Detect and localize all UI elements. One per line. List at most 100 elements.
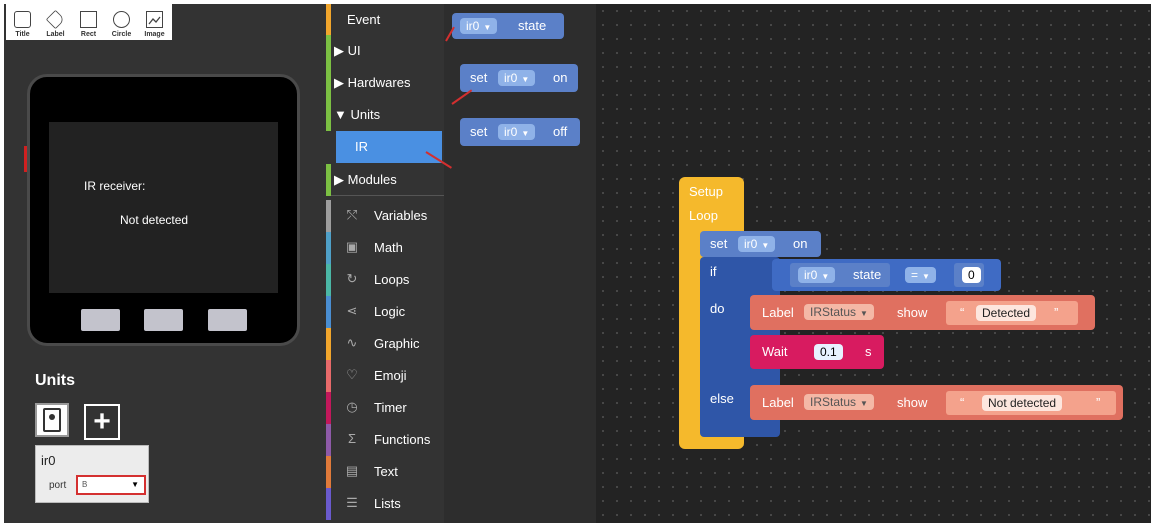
expand-arrow-icon: ▶ bbox=[334, 172, 348, 187]
category-event[interactable]: Event bbox=[326, 4, 444, 36]
category-label: Text bbox=[374, 464, 398, 479]
operator-dropdown[interactable]: = ▼ bbox=[905, 267, 936, 283]
functions-icon: Σ bbox=[347, 431, 357, 446]
block-text: Label bbox=[762, 395, 794, 410]
port-select[interactable]: B ▼ bbox=[76, 475, 146, 495]
label-show-block[interactable]: Label IRStatus ▼ show “ Detected ” bbox=[750, 295, 1095, 330]
wait-input[interactable]: 0.1 bbox=[814, 344, 843, 360]
label-icon bbox=[45, 9, 66, 30]
rect-icon bbox=[80, 11, 97, 28]
category-graphic[interactable]: ∿ Graphic bbox=[326, 328, 444, 360]
number-input[interactable]: 0 bbox=[962, 267, 981, 283]
category-modules[interactable]: ▶ Modules bbox=[326, 164, 444, 196]
lists-icon: ☰ bbox=[346, 495, 358, 510]
block-text: state bbox=[853, 267, 882, 282]
if-label: if bbox=[710, 264, 717, 279]
label-name: IRStatus bbox=[810, 305, 857, 319]
expand-arrow-icon: ▶ bbox=[334, 43, 348, 58]
var-dropdown[interactable]: ir0 ▼ bbox=[738, 236, 776, 252]
chevron-down-icon: ▼ bbox=[131, 480, 139, 489]
var-dropdown[interactable]: ir0 ▼ bbox=[460, 18, 498, 34]
setup-label: Setup bbox=[689, 184, 723, 199]
category-math[interactable]: ▣ Math bbox=[326, 232, 444, 264]
block-ir-state[interactable]: ir0 ▼ state bbox=[452, 13, 564, 39]
var-name: ir0 bbox=[744, 237, 758, 251]
category-label: IR bbox=[355, 139, 368, 154]
block-workspace[interactable]: Setup Loop set ir0 ▼ on if do else ir0 ▼ s… bbox=[596, 4, 1151, 523]
label-show-block[interactable]: Label IRStatus ▼ show “ Not detected ” bbox=[750, 385, 1123, 420]
number-block[interactable]: 0 bbox=[954, 263, 984, 287]
block-text: Label bbox=[762, 305, 794, 320]
block-text: Wait bbox=[762, 344, 788, 359]
chevron-down-icon: ▼ bbox=[761, 241, 770, 250]
category-functions[interactable]: Σ Functions bbox=[326, 424, 444, 456]
text-block[interactable]: “ Detected ” bbox=[946, 301, 1078, 325]
device-button-b[interactable] bbox=[144, 309, 183, 331]
units-title: Units bbox=[35, 372, 75, 389]
category-variables[interactable]: ⤲ Variables bbox=[326, 200, 444, 232]
text-input[interactable]: Detected bbox=[976, 305, 1037, 321]
text-block[interactable]: “ Not detected ” bbox=[946, 391, 1116, 415]
block-set-ir-on[interactable]: set ir0 ▼ on bbox=[700, 231, 821, 257]
category-hardwares[interactable]: ▶ Hardwares bbox=[326, 67, 444, 99]
category-timer[interactable]: ◷ Timer bbox=[326, 392, 444, 424]
label-dropdown[interactable]: IRStatus ▼ bbox=[804, 394, 874, 410]
screen-label-ir-receiver[interactable]: IR receiver: bbox=[84, 179, 145, 193]
block-text: s bbox=[865, 344, 872, 359]
operator: = bbox=[911, 268, 919, 282]
block-ir-state[interactable]: ir0 ▼ state bbox=[790, 263, 890, 287]
device-button-c[interactable] bbox=[208, 309, 247, 331]
title-icon bbox=[14, 11, 31, 28]
var-dropdown[interactable]: ir0 ▼ bbox=[498, 70, 536, 86]
category-ir[interactable]: IR bbox=[336, 131, 442, 163]
wait-block[interactable]: Wait 0.1 s bbox=[750, 335, 884, 369]
var-dropdown[interactable]: ir0 ▼ bbox=[798, 267, 836, 283]
category-text[interactable]: ▤ Text bbox=[326, 456, 444, 488]
block-set-ir-off[interactable]: set ir0 ▼ off bbox=[460, 118, 580, 146]
category-ui[interactable]: ▶ UI bbox=[326, 35, 444, 67]
chevron-down-icon: ▼ bbox=[483, 23, 492, 32]
block-text: on bbox=[553, 70, 568, 85]
category-label: Timer bbox=[374, 400, 407, 415]
device-screen[interactable]: IR receiver: Not detected bbox=[49, 122, 278, 293]
tool-title[interactable]: Title bbox=[6, 4, 39, 40]
category-label: Lists bbox=[374, 496, 401, 511]
var-dropdown[interactable]: ir0 ▼ bbox=[498, 124, 536, 140]
block-text: off bbox=[553, 124, 568, 139]
tool-label: Image bbox=[144, 31, 165, 38]
block-text: set bbox=[710, 236, 728, 251]
category-logic[interactable]: ⋖ Logic bbox=[326, 296, 444, 328]
tool-image[interactable]: Image bbox=[138, 4, 171, 40]
tool-label[interactable]: Label bbox=[39, 4, 72, 40]
tool-label: Rect bbox=[80, 31, 97, 38]
category-lists[interactable]: ☰ Lists bbox=[326, 488, 444, 520]
var-name: ir0 bbox=[504, 125, 518, 139]
category-units[interactable]: ▼ Units bbox=[326, 99, 444, 131]
chevron-down-icon: ▼ bbox=[922, 272, 930, 281]
loops-icon: ↻ bbox=[346, 271, 358, 286]
ir-unit-icon[interactable] bbox=[35, 403, 69, 437]
chevron-down-icon: ▼ bbox=[521, 75, 530, 84]
block-set-ir-on[interactable]: set ir0 ▼ on bbox=[460, 64, 578, 92]
category-loops[interactable]: ↻ Loops bbox=[326, 264, 444, 296]
screen-label-status[interactable]: Not detected bbox=[120, 213, 188, 227]
category-emoji[interactable]: ♡ Emoji bbox=[326, 360, 444, 392]
text-input[interactable]: Not detected bbox=[982, 395, 1063, 411]
tool-rect[interactable]: Rect bbox=[72, 4, 105, 40]
label-dropdown[interactable]: IRStatus ▼ bbox=[804, 304, 874, 320]
device-button-a[interactable] bbox=[81, 309, 120, 331]
chevron-down-icon: ▼ bbox=[521, 129, 530, 138]
tool-label: Circle bbox=[111, 31, 132, 38]
var-name: ir0 bbox=[804, 268, 818, 282]
chevron-down-icon: ▼ bbox=[821, 272, 830, 281]
tool-circle[interactable]: Circle bbox=[105, 4, 138, 40]
variables-icon: ⤲ bbox=[346, 207, 358, 222]
add-unit-button[interactable]: + bbox=[84, 404, 120, 440]
chevron-down-icon: ▼ bbox=[860, 309, 868, 318]
category-label: Loops bbox=[374, 272, 410, 287]
tool-label: Title bbox=[15, 31, 30, 38]
circle-icon bbox=[113, 11, 130, 28]
compare-block[interactable]: ir0 ▼ state = ▼ 0 bbox=[772, 259, 1001, 291]
ui-designer-panel: Title Label Rect Circle Image IR receive… bbox=[4, 4, 326, 523]
var-name: ir0 bbox=[466, 19, 480, 33]
